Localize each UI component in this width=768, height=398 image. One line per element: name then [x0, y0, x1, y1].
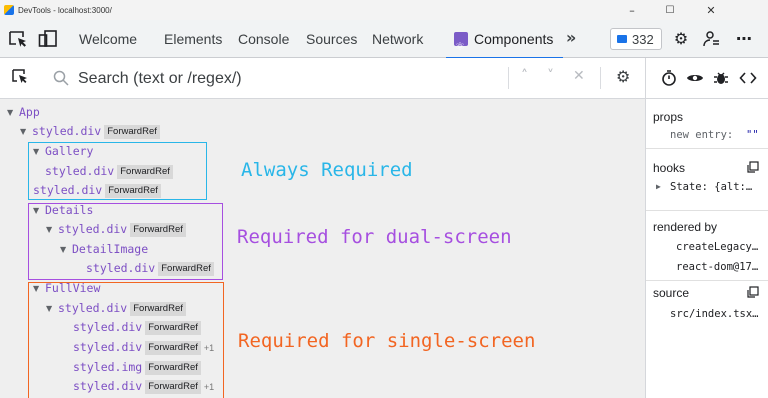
rendered-by-title: rendered by [653, 220, 718, 234]
always-required-box [28, 142, 207, 200]
always-required-label: Always Required [241, 159, 413, 181]
device-toolbar-icon[interactable] [38, 29, 58, 49]
hooks-section: hooks ▶ State: {alt:… [646, 149, 768, 211]
devtools-app-icon [4, 5, 14, 15]
stopwatch-icon[interactable] [660, 69, 678, 87]
inspected-element-panel: props new entry: "" hooks ▶ State: {alt:… [645, 99, 768, 398]
new-entry-key[interactable]: new entry: [670, 129, 733, 141]
component-settings-icon[interactable]: ⚙ [616, 67, 630, 86]
view-source-icon[interactable] [739, 69, 757, 87]
source-file-link[interactable]: src/index.tsx… [670, 308, 759, 320]
new-entry-value[interactable]: "" [746, 129, 759, 141]
devtools-tab-bar: Welcome Elements Console Sources Network… [0, 20, 768, 66]
tree-row[interactable]: ▼ styled.div ForwardRef [20, 121, 160, 141]
expand-arrow-icon[interactable]: ▼ [20, 122, 32, 142]
rendered-by-section: rendered by createLegacy… react-dom@17… [646, 211, 768, 281]
tab-welcome[interactable]: Welcome [79, 20, 137, 58]
copy-icon[interactable] [747, 286, 759, 298]
settings-gear-icon[interactable]: ⚙ [671, 29, 691, 49]
send-feedback-icon[interactable] [701, 29, 721, 49]
inspected-element-toolbar [645, 58, 768, 99]
component-name: styled.div [32, 124, 102, 138]
inspect-dom-eye-icon[interactable] [686, 69, 704, 87]
single-screen-label: Required for single-screen [238, 330, 536, 352]
tab-components-label: Components [474, 31, 554, 47]
tab-console[interactable]: Console [238, 20, 289, 58]
tab-elements[interactable]: Elements [164, 20, 222, 58]
expand-arrow-icon[interactable]: ▼ [7, 103, 19, 123]
component-search-bar: ˄ ˅ ✕ ⚙ [0, 58, 645, 99]
customize-menu-icon[interactable]: ⋯ [734, 29, 754, 49]
issues-count: 332 [632, 31, 654, 47]
props-title: props [653, 110, 684, 124]
source-section: source src/index.tsx… [646, 281, 768, 331]
component-tree: ▼ App ▼ styled.div ForwardRef ▼ Gallery styl… [0, 99, 645, 398]
search-separator [508, 67, 509, 89]
more-tabs-button[interactable]: » [566, 20, 576, 58]
dual-screen-label: Required for dual-screen [237, 226, 512, 248]
props-section: props new entry: "" [646, 99, 768, 149]
component-name: App [19, 105, 40, 119]
hook-state-value[interactable]: State: {alt:… [670, 181, 768, 193]
search-icon [52, 69, 70, 87]
react-components-icon [454, 28, 468, 66]
rendered-by-item[interactable]: createLegacy… [676, 241, 758, 253]
inspect-element-icon[interactable] [8, 29, 28, 49]
forwardref-badge: ForwardRef [104, 125, 160, 139]
dual-screen-box [28, 203, 223, 280]
tab-network[interactable]: Network [372, 20, 423, 58]
next-result-icon[interactable]: ˅ [547, 68, 554, 84]
window-title: DevTools - localhost:3000/ [18, 5, 112, 15]
title-bar: DevTools - localhost:3000/ – ☐ ✕ [0, 0, 768, 20]
previous-result-icon[interactable]: ˄ [521, 68, 528, 84]
debug-bug-icon[interactable] [712, 69, 730, 87]
source-title: source [653, 286, 690, 300]
clear-search-icon[interactable]: ✕ [573, 68, 585, 84]
tab-components[interactable]: Components [445, 20, 564, 66]
search-separator-2 [600, 67, 601, 89]
message-icon [617, 35, 627, 43]
hooks-title: hooks [653, 161, 686, 175]
minimize-button[interactable]: – [613, 0, 651, 20]
expand-state-arrow-icon[interactable]: ▶ [656, 182, 661, 191]
single-screen-box [28, 282, 224, 398]
copy-icon[interactable] [747, 161, 759, 173]
maximize-button[interactable]: ☐ [651, 0, 689, 20]
select-element-icon[interactable] [12, 69, 28, 85]
close-window-button[interactable]: ✕ [692, 0, 730, 20]
component-search-input[interactable] [78, 66, 498, 92]
issues-counter-button[interactable]: 332 [610, 28, 662, 50]
tree-row-app[interactable]: ▼ App [7, 102, 40, 122]
tab-sources[interactable]: Sources [306, 20, 357, 58]
rendered-by-item: react-dom@17… [676, 261, 759, 273]
